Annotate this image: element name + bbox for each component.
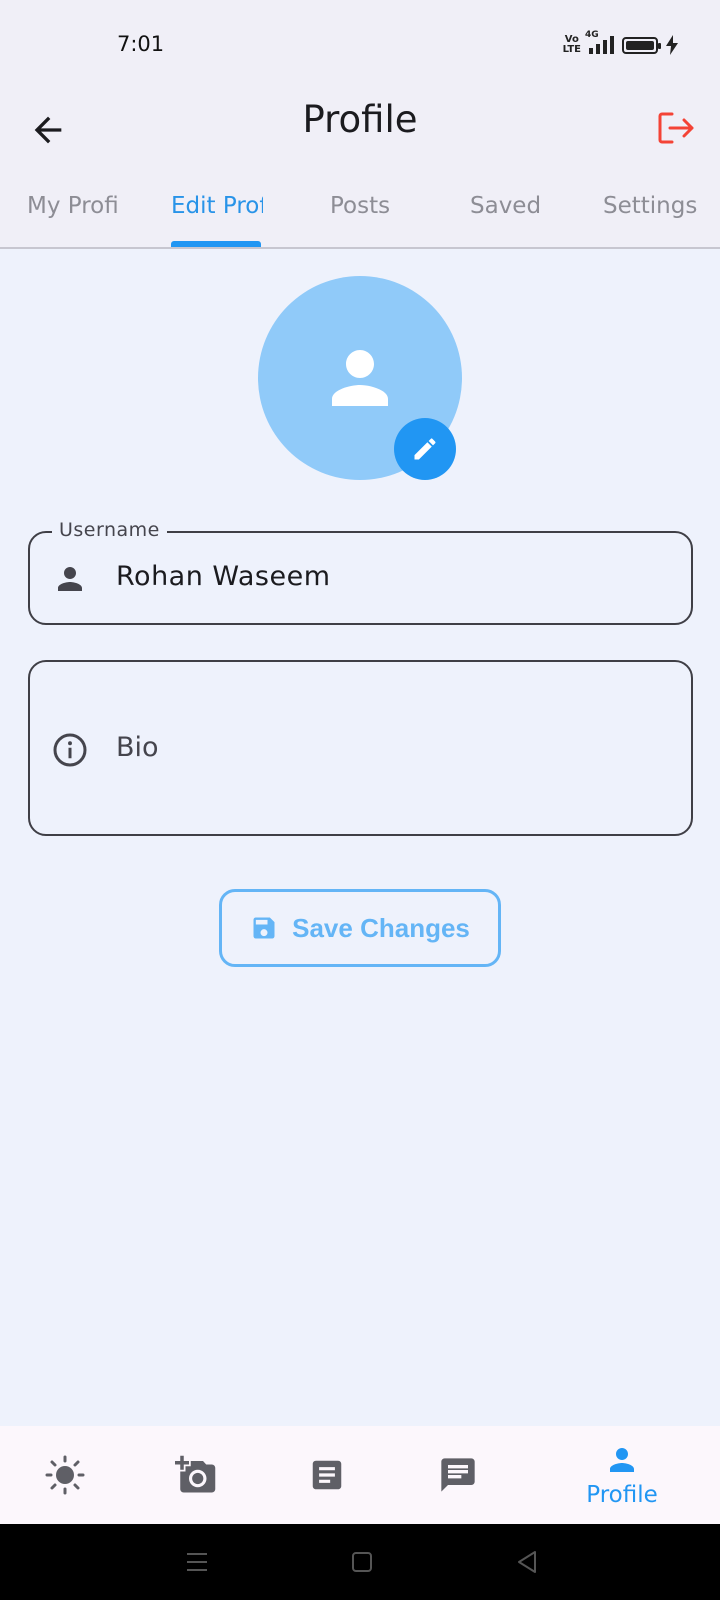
home-icon[interactable] xyxy=(346,1546,378,1578)
back-triangle-icon[interactable] xyxy=(511,1546,543,1578)
tab-saved[interactable]: Saved xyxy=(470,193,610,219)
bottom-nav: Profile xyxy=(0,1426,720,1524)
tab-bar: My Profile Edit Profile Posts Saved Sett… xyxy=(0,175,720,249)
charging-icon xyxy=(666,35,678,55)
menu-icon[interactable] xyxy=(181,1546,213,1578)
article-icon xyxy=(312,1460,342,1490)
status-icons: Vo LTE 4G xyxy=(562,30,678,56)
nav-item-add-photo[interactable] xyxy=(136,1426,256,1524)
signal-icon: 4G xyxy=(585,30,614,54)
username-label: Username xyxy=(52,519,167,541)
tab-posts[interactable]: Posts xyxy=(330,193,470,219)
status-time: 7:01 xyxy=(117,32,165,56)
save-changes-button[interactable]: Save Changes xyxy=(219,889,501,967)
username-input[interactable]: Rohan Waseem xyxy=(116,561,331,592)
info-icon xyxy=(53,733,87,767)
person-icon xyxy=(610,1448,634,1472)
logout-button[interactable] xyxy=(654,106,698,150)
bio-input[interactable]: Bio xyxy=(116,732,159,763)
active-tab-indicator xyxy=(171,241,261,247)
save-icon xyxy=(253,917,275,939)
status-bar: 7:01 Vo LTE 4G xyxy=(0,0,720,90)
tab-my-profile[interactable]: My Profile xyxy=(27,193,119,219)
nav-item-chat[interactable] xyxy=(398,1426,518,1524)
nav-item-theme[interactable] xyxy=(5,1426,125,1524)
volte-icon: Vo LTE xyxy=(562,34,581,55)
bio-field[interactable]: Bio xyxy=(28,660,693,836)
logout-icon xyxy=(658,112,694,144)
username-field[interactable]: Username Rohan Waseem xyxy=(28,519,693,625)
person-icon xyxy=(58,567,82,591)
chat-icon xyxy=(441,1458,475,1492)
edit-avatar-button[interactable] xyxy=(394,418,456,480)
tab-edit-profile[interactable]: Edit Profile xyxy=(171,193,263,219)
save-changes-label: Save Changes xyxy=(292,912,470,943)
nav-label-profile: Profile xyxy=(586,1482,658,1508)
page-title: Profile xyxy=(302,98,418,141)
system-nav-bar xyxy=(0,1524,720,1600)
sun-icon xyxy=(45,1455,85,1495)
network-type: 4G xyxy=(585,30,599,40)
battery-icon xyxy=(622,36,661,54)
nav-item-posts[interactable] xyxy=(267,1426,387,1524)
person-icon xyxy=(332,350,388,406)
add-photo-icon xyxy=(175,1455,216,1493)
pencil-icon xyxy=(414,438,436,460)
tab-settings[interactable]: Settings xyxy=(603,193,720,219)
nav-item-profile[interactable]: Profile xyxy=(562,1426,682,1524)
